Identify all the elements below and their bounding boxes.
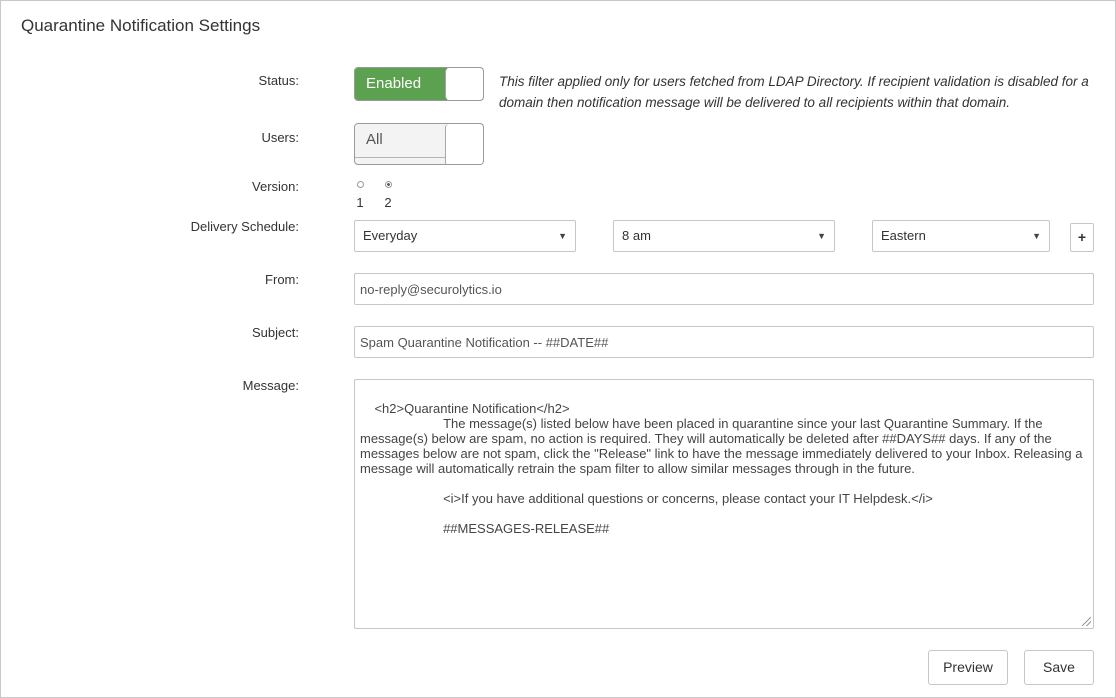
- version-label: Version:: [252, 179, 299, 194]
- status-hint: This filter applied only for users fetch…: [499, 74, 1089, 110]
- message-label: Message:: [242, 378, 299, 393]
- save-button[interactable]: Save: [1024, 650, 1094, 685]
- status-label: Status:: [258, 73, 299, 88]
- preview-button[interactable]: Preview: [928, 650, 1008, 685]
- status-toggle[interactable]: Enabled: [354, 67, 484, 101]
- delivery-schedule-label: Delivery Schedule:: [190, 219, 299, 234]
- version-option-2[interactable]: 2: [380, 181, 396, 210]
- settings-panel: Quarantine Notification Settings Status:…: [0, 0, 1116, 698]
- chevron-down-icon: ▼: [558, 231, 567, 241]
- subject-label: Subject:: [252, 325, 299, 340]
- version-radio-1[interactable]: [356, 181, 364, 188]
- status-toggle-text: Enabled: [355, 68, 447, 100]
- status-toggle-knob[interactable]: [445, 68, 483, 100]
- chevron-down-icon: ▼: [1032, 231, 1041, 241]
- message-text: <h2>Quarantine Notification</h2> The mes…: [360, 401, 1083, 536]
- message-textarea[interactable]: <h2>Quarantine Notification</h2> The mes…: [354, 379, 1094, 629]
- chevron-down-icon: ▼: [817, 231, 826, 241]
- users-toggle-text: All: [355, 124, 447, 158]
- resize-grip-icon[interactable]: [1082, 617, 1091, 626]
- time-select-value: 8 am: [622, 228, 651, 243]
- version-option-label-2: 2: [384, 195, 392, 210]
- timezone-select[interactable]: Eastern ▼: [872, 220, 1050, 252]
- users-label: Users:: [261, 130, 299, 145]
- version-radio-2[interactable]: [384, 181, 392, 188]
- frequency-select-value: Everyday: [363, 228, 418, 243]
- version-option-1[interactable]: 1: [352, 181, 368, 210]
- frequency-select[interactable]: Everyday ▼: [354, 220, 576, 252]
- users-toggle-knob[interactable]: [445, 124, 483, 164]
- subject-input[interactable]: [354, 326, 1094, 358]
- version-option-label-1: 1: [356, 195, 364, 210]
- users-toggle[interactable]: All: [354, 123, 484, 165]
- timezone-select-value: Eastern: [881, 228, 926, 243]
- panel-title: Quarantine Notification Settings: [21, 16, 261, 35]
- from-input[interactable]: [354, 273, 1094, 305]
- from-label: From:: [265, 272, 299, 287]
- add-schedule-button[interactable]: +: [1070, 223, 1094, 252]
- time-select[interactable]: 8 am ▼: [613, 220, 835, 252]
